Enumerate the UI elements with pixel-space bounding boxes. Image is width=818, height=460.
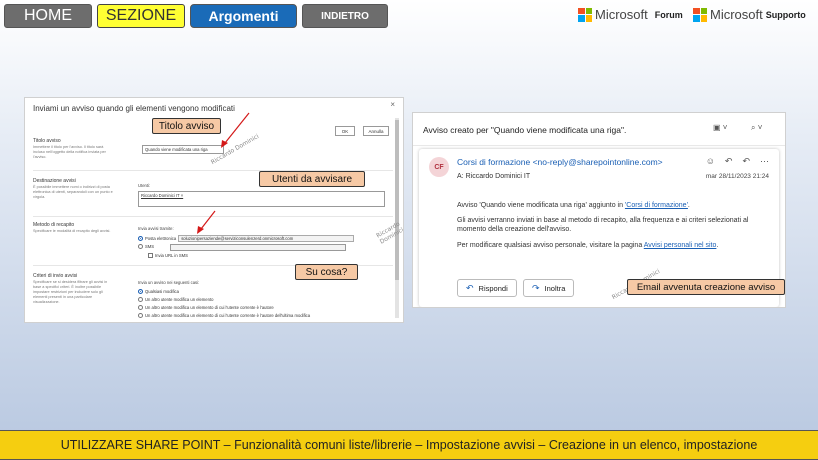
inoltra-label: Inoltra xyxy=(544,283,566,293)
alert-settings-screenshot: Inviami un avviso quando gli elementi ve… xyxy=(24,97,404,323)
email-callout: Email avvenuta creazione avviso xyxy=(627,279,785,295)
email-actions: ☺ ↶ ↶ ⋯ xyxy=(706,156,769,167)
avvisi-personali-link[interactable]: Avvisi personali nel sito xyxy=(644,242,717,249)
more-icon[interactable]: ⋯ xyxy=(760,156,769,167)
corsi-link[interactable]: 'Corsi di formazione' xyxy=(625,202,688,209)
email-date: mar 28/11/2023 21:24 xyxy=(705,173,769,180)
rispondi-button[interactable]: ↶ Rispondi xyxy=(457,279,517,297)
sezione-button[interactable]: SEZIONE xyxy=(97,4,185,28)
microsoft-supporto-link[interactable]: Microsoft Supporto xyxy=(693,7,806,22)
body1-end: . xyxy=(687,202,690,209)
reply-icon[interactable]: ↶ xyxy=(725,156,733,167)
to-label: A: xyxy=(457,173,464,180)
rispondi-label: Rispondi xyxy=(478,283,508,293)
cosa-callout: Su cosa? xyxy=(295,264,358,280)
microsoft-logo-icon xyxy=(578,7,592,22)
microsoft-brand: Microsoft xyxy=(710,7,763,22)
reply-icon: ↶ xyxy=(466,282,474,293)
sender-avatar: CF xyxy=(429,157,449,177)
divider xyxy=(413,145,785,146)
email-screenshot: Avviso creato per "Quando viene modifica… xyxy=(412,112,786,308)
email-body-line1: Avviso 'Quando viene modificata una riga… xyxy=(457,201,767,210)
body3-end: . xyxy=(716,242,719,249)
microsoft-brand: Microsoft xyxy=(595,7,648,22)
zoom-icon[interactable]: ⌕ ˅ xyxy=(751,123,762,133)
email-body-line2: Gli avvisi verranno inviati in base al m… xyxy=(457,217,749,233)
top-nav: HOME SEZIONE Argomenti INDIETRO xyxy=(4,4,388,28)
email-body-line3: Per modificare qualsiasi avviso personal… xyxy=(457,241,757,250)
indietro-button[interactable]: INDIETRO xyxy=(302,4,388,28)
topic-banner: UTILIZZARE SHARE POINT – Funzionalità co… xyxy=(0,430,818,460)
home-button[interactable]: HOME xyxy=(4,4,92,28)
email-sender[interactable]: Corsi di formazione <no-reply@sharepoint… xyxy=(457,157,663,167)
inoltra-button[interactable]: ↷ Inoltra xyxy=(523,279,575,297)
argomenti-button[interactable]: Argomenti xyxy=(190,4,297,28)
reply-all-icon[interactable]: ↶ xyxy=(742,156,750,167)
body1-text: Avviso 'Quando viene modificata una riga… xyxy=(457,202,625,209)
tag-icon[interactable]: ▣ ˅ xyxy=(713,123,727,132)
to-value: Riccardo Dominici IT xyxy=(465,173,531,180)
forward-icon: ↷ xyxy=(532,282,540,293)
titolo-callout: Titolo avviso xyxy=(152,118,221,134)
forum-label: Forum xyxy=(654,9,683,20)
emoji-icon[interactable]: ☺ xyxy=(706,156,715,167)
utenti-callout: Utenti da avvisare xyxy=(259,171,365,187)
body3-text: Per modificare qualsiasi avviso personal… xyxy=(457,242,644,249)
supporto-label: Supporto xyxy=(765,9,806,20)
microsoft-forum-link[interactable]: Microsoft Forum xyxy=(578,7,683,22)
microsoft-logo-icon xyxy=(693,7,707,22)
email-recipient: A: Riccardo Dominici IT xyxy=(457,173,530,180)
email-subject: Avviso creato per "Quando viene modifica… xyxy=(423,125,627,135)
